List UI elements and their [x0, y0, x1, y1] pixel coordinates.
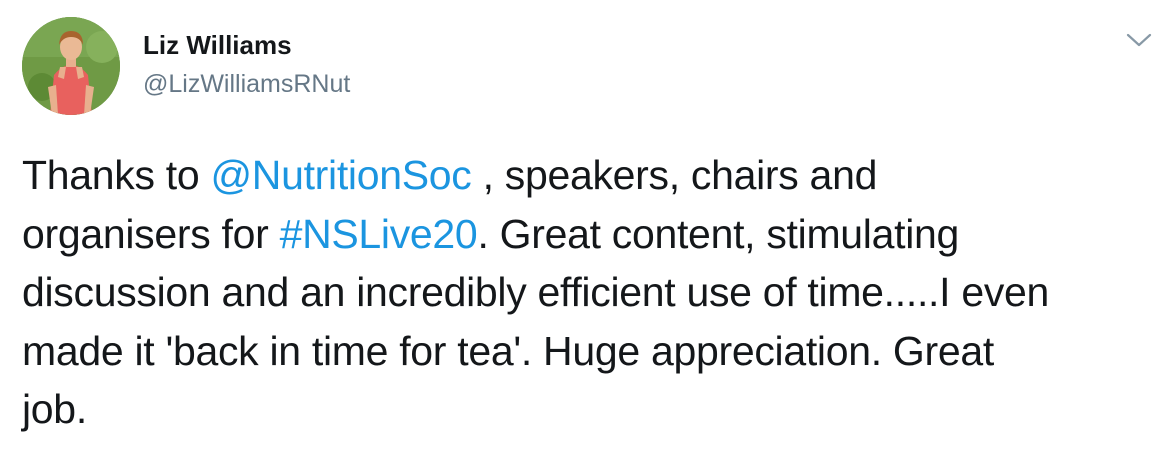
avatar-photo — [22, 17, 120, 115]
text-segment: , speakers, chairs and — [471, 152, 878, 198]
text-segment: Thanks to — [22, 152, 211, 198]
avatar[interactable] — [22, 17, 120, 115]
tweet-line: job. — [22, 386, 87, 432]
author-handle[interactable]: @LizWilliamsRNut — [143, 69, 350, 99]
text-segment: organisers for — [22, 210, 280, 257]
tweet-line: organisers for #NSLive20. Great content,… — [22, 205, 1162, 264]
mention-link[interactable]: @NutritionSoc — [210, 152, 471, 198]
text-segment: . Great content, stimulating — [477, 210, 960, 257]
hashtag-link[interactable]: #NSLive20 — [280, 211, 478, 257]
chevron-down-icon[interactable] — [1124, 28, 1154, 52]
tweet-card: Liz Williams @LizWilliamsRNut Thanks to … — [0, 0, 1174, 458]
tweet-line: discussion and an incredibly efficient u… — [22, 269, 1050, 315]
tweet-line: Thanks to @NutritionSoc , speakers, chai… — [22, 146, 1162, 205]
tweet-text: Thanks to @NutritionSoc , speakers, chai… — [22, 146, 1162, 439]
author-name[interactable]: Liz Williams — [143, 30, 292, 60]
tweet-line: made it 'back in time for tea'. Huge app… — [22, 327, 994, 374]
